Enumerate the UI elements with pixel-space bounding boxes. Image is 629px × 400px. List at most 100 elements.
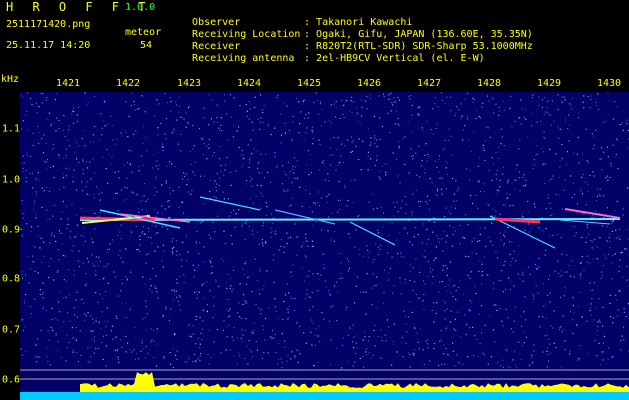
noise-speckle	[558, 137, 560, 139]
noise-speckle	[448, 210, 450, 213]
noise-speckle	[570, 175, 572, 177]
noise-speckle	[419, 205, 421, 207]
noise-speckle	[605, 258, 607, 260]
noise-speckle	[209, 260, 211, 262]
noise-speckle	[91, 331, 93, 333]
noise-speckle	[37, 338, 39, 340]
noise-speckle	[450, 110, 452, 112]
noise-speckle	[436, 123, 438, 125]
noise-speckle	[176, 350, 178, 352]
noise-speckle	[129, 163, 131, 165]
noise-speckle	[45, 143, 47, 145]
noise-speckle	[202, 138, 204, 140]
noise-speckle	[335, 116, 337, 118]
noise-speckle	[113, 271, 115, 273]
noise-speckle	[208, 234, 210, 236]
noise-speckle	[39, 356, 41, 358]
noise-speckle	[571, 108, 573, 110]
noise-speckle	[126, 279, 128, 282]
noise-speckle	[247, 144, 249, 146]
noise-speckle	[305, 233, 307, 235]
noise-speckle	[24, 299, 26, 301]
noise-speckle	[608, 347, 610, 349]
noise-speckle	[209, 290, 211, 292]
noise-speckle	[452, 296, 454, 298]
noise-speckle	[378, 176, 380, 178]
noise-speckle	[220, 124, 222, 126]
noise-speckle	[76, 316, 79, 318]
noise-speckle	[206, 145, 208, 147]
noise-speckle	[522, 176, 524, 179]
noise-speckle	[552, 234, 554, 236]
noise-speckle	[472, 355, 475, 357]
y-tick: 1.0	[2, 174, 21, 186]
noise-speckle	[176, 278, 178, 280]
noise-speckle	[492, 163, 494, 165]
noise-speckle	[158, 103, 160, 105]
noise-speckle	[95, 274, 97, 276]
noise-speckle	[626, 123, 628, 125]
noise-speckle	[238, 302, 240, 304]
noise-speckle	[432, 269, 434, 271]
noise-speckle	[311, 224, 314, 227]
noise-speckle	[219, 177, 221, 179]
noise-speckle	[606, 226, 608, 228]
noise-speckle	[39, 289, 41, 291]
noise-speckle	[156, 191, 158, 193]
noise-speckle	[545, 249, 547, 252]
noise-speckle	[397, 123, 399, 125]
noise-speckle	[58, 156, 60, 158]
noise-speckle	[99, 212, 101, 214]
noise-speckle	[188, 358, 190, 360]
noise-speckle	[452, 342, 454, 344]
noise-speckle	[427, 347, 429, 349]
noise-speckle	[257, 163, 259, 165]
noise-speckle	[418, 145, 420, 147]
noise-speckle	[506, 351, 508, 353]
noise-speckle	[162, 316, 164, 318]
noise-speckle	[30, 313, 33, 315]
noise-speckle	[21, 128, 23, 130]
noise-speckle	[165, 118, 168, 120]
noise-speckle	[99, 199, 101, 201]
noise-speckle	[481, 274, 483, 276]
noise-speckle	[280, 134, 283, 136]
noise-speckle	[594, 216, 596, 218]
noise-speckle	[94, 212, 96, 214]
noise-speckle	[102, 120, 104, 122]
noise-speckle	[328, 180, 330, 182]
noise-speckle	[37, 142, 40, 144]
noise-speckle	[209, 191, 211, 193]
noise-speckle	[516, 164, 518, 166]
noise-speckle	[312, 322, 314, 324]
noise-speckle	[450, 321, 452, 323]
noise-speckle	[488, 100, 490, 102]
noise-speckle	[449, 225, 451, 227]
noise-speckle	[87, 312, 89, 314]
noise-speckle	[478, 116, 480, 118]
noise-speckle	[81, 137, 83, 140]
noise-speckle	[236, 363, 238, 365]
noise-speckle	[144, 111, 146, 113]
noise-speckle	[414, 327, 416, 330]
noise-speckle	[329, 294, 331, 296]
noise-speckle	[521, 108, 523, 110]
noise-speckle	[410, 94, 412, 96]
noise-speckle	[194, 353, 196, 355]
noise-speckle	[216, 190, 218, 192]
noise-speckle	[228, 215, 230, 217]
noise-speckle	[329, 154, 331, 156]
noise-speckle	[198, 264, 200, 266]
noise-speckle	[531, 356, 533, 358]
noise-speckle	[438, 171, 440, 173]
noise-speckle	[496, 192, 498, 195]
noise-speckle	[262, 122, 264, 124]
noise-speckle	[551, 202, 553, 204]
noise-speckle	[355, 342, 357, 344]
noise-speckle	[368, 352, 370, 354]
noise-speckle	[363, 291, 365, 293]
noise-speckle	[342, 161, 345, 163]
noise-speckle	[347, 260, 350, 262]
noise-speckle	[514, 351, 516, 353]
noise-speckle	[398, 99, 401, 101]
